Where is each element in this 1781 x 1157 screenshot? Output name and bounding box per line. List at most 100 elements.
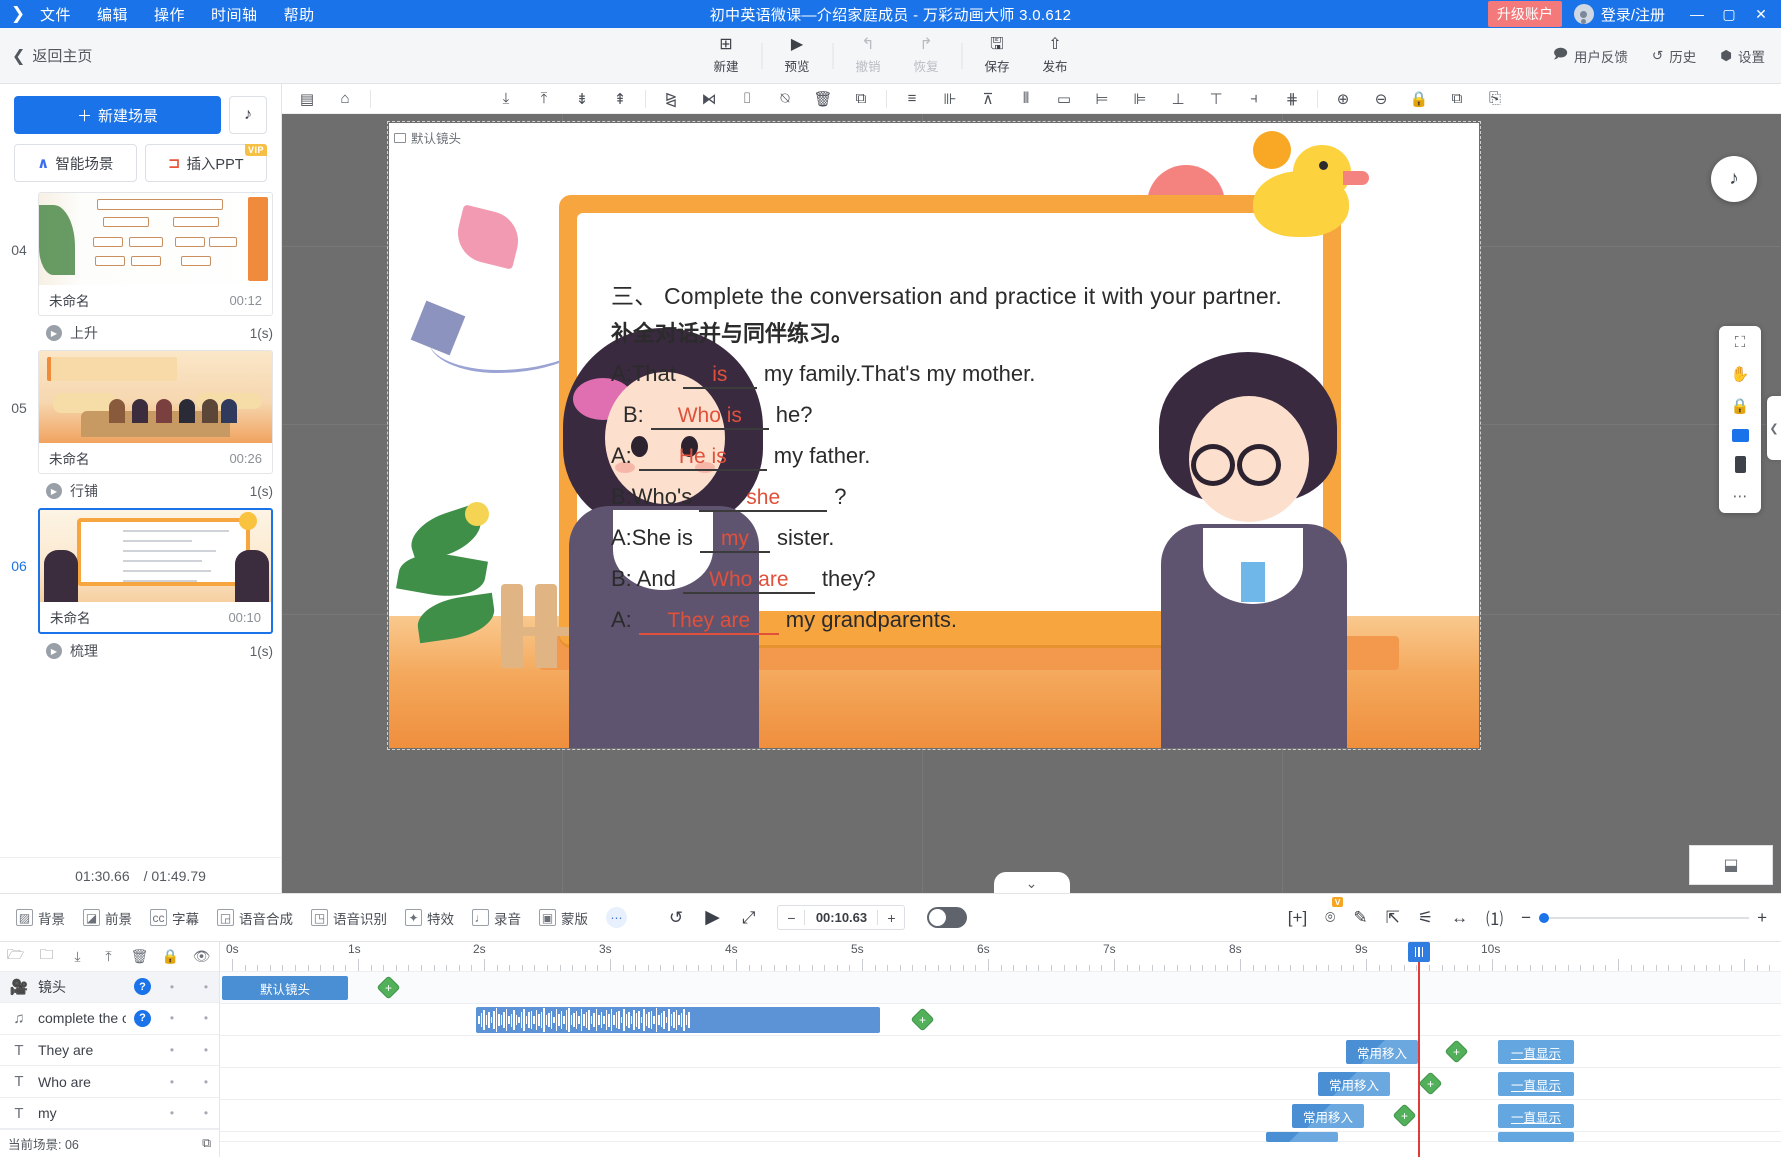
replay-icon[interactable]: ↺ <box>669 908 683 928</box>
lock-icon[interactable]: ⌷ <box>728 85 766 113</box>
track-row-text-1[interactable]: T They are • • <box>0 1035 219 1067</box>
foreground-button[interactable]: ◪ 前景 <box>83 908 132 928</box>
timeline-tracks-area[interactable]: 0s 1s 2s 3s 4s 5s 6s 7s 8s 9s 10s 默认镜头 +… <box>220 942 1781 1157</box>
distribute-icon[interactable]: ⊼ <box>969 85 1007 113</box>
expand-icon[interactable]: ⤢ <box>742 908 756 928</box>
track-row-text-3[interactable]: T my • • <box>0 1098 219 1130</box>
fit-icon[interactable]: [+] <box>1288 908 1307 928</box>
background-music-button[interactable]: ♪ <box>229 96 267 134</box>
new-folder-icon[interactable]: 🗀 <box>31 944 62 968</box>
align-top-icon[interactable]: ⤒ <box>525 85 563 113</box>
menu-edit[interactable]: 编辑 <box>97 4 128 25</box>
lock2-icon[interactable]: 🔒 <box>1400 85 1438 113</box>
track-option-2[interactable]: • <box>193 1011 219 1025</box>
edit-icon[interactable]: ✎ <box>1353 908 1367 928</box>
answer-blank[interactable]: Who are <box>682 568 815 594</box>
new-button[interactable]: ⊞ 新建 <box>697 36 755 75</box>
timeline-row-camera[interactable]: 默认镜头 <box>220 972 1781 1004</box>
import-folder-icon[interactable]: 🗁 <box>0 944 31 968</box>
undo-button[interactable]: ↰ 撤销 <box>839 36 897 75</box>
playhead-line[interactable] <box>1418 942 1420 1157</box>
keyframe-marker[interactable] <box>1418 1071 1443 1096</box>
keyframe-marker[interactable] <box>910 1007 935 1032</box>
maximize-button[interactable]: ▢ <box>1713 0 1745 28</box>
paste-icon[interactable]: ⎘ <box>1476 85 1514 113</box>
zoom-in-icon[interactable]: ⊕ <box>1324 85 1362 113</box>
indent-right-icon[interactable]: ⊫ <box>1121 85 1159 113</box>
always-show-clip[interactable]: 一直显示 <box>1498 1072 1574 1096</box>
camera-clip[interactable]: 默认镜头 <box>222 976 348 1000</box>
dialog-line[interactable]: B:Who's she ? <box>611 484 1311 512</box>
keyframe-marker[interactable] <box>1392 1103 1417 1128</box>
fit-screen-icon[interactable]: ⛶ <box>1735 334 1746 351</box>
timeline-row-partial[interactable] <box>220 1132 1781 1142</box>
play-icon[interactable]: ▶ <box>705 906 720 929</box>
zoom-in-icon[interactable]: + <box>1757 908 1767 928</box>
menu-timeline[interactable]: 时间轴 <box>211 4 258 25</box>
enter-effect-clip[interactable]: 常用移入 <box>1346 1040 1418 1064</box>
duplicate-icon[interactable]: ⧉ <box>202 1136 211 1151</box>
track-option-1[interactable]: • <box>159 1011 185 1025</box>
timeline-row-audio[interactable] <box>220 1004 1781 1036</box>
zoom-out-icon[interactable]: ⊖ <box>1362 85 1400 113</box>
align-center-icon[interactable]: ⊪ <box>931 85 969 113</box>
portrait-ratio-icon[interactable] <box>1734 456 1746 473</box>
preview-toggle[interactable] <box>927 907 968 928</box>
delete-icon[interactable]: 🗑 <box>804 85 842 113</box>
sliders-icon[interactable]: ⚟ <box>1418 908 1433 928</box>
scene-card[interactable]: 未命名 00:26 <box>38 350 273 474</box>
scene-card[interactable]: 未命名 00:10 <box>38 508 273 634</box>
unlock-icon[interactable]: ⍉ <box>766 85 804 113</box>
more-dots-icon[interactable]: ⋯ <box>1733 487 1748 505</box>
panel-collapse-handle[interactable]: ❮ <box>1767 396 1781 460</box>
track-option-2[interactable]: • <box>193 1043 219 1057</box>
align-bottom-icon[interactable]: ⤓ <box>487 85 525 113</box>
scene-name[interactable]: 未命名 <box>49 448 90 468</box>
expand-h-icon[interactable]: ↔ <box>1451 908 1468 928</box>
upgrade-account-button[interactable]: 升级账户 <box>1487 1 1562 27</box>
indent-left-icon[interactable]: ⊨ <box>1083 85 1121 113</box>
menu-file[interactable]: 文件 <box>40 4 71 25</box>
scene-transition[interactable]: ▶ 行铺 1(s) <box>0 474 281 508</box>
align-left-icon[interactable]: ≡ <box>893 85 931 113</box>
smart-scene-button[interactable]: ∧ 智能场景 <box>14 144 137 182</box>
mini-preview-button[interactable]: ⬓ <box>1689 845 1773 885</box>
track-option-1[interactable]: • <box>159 1043 185 1057</box>
dialog-line[interactable]: A:That is my family.That's my mother. <box>611 361 1311 389</box>
align-middle-icon[interactable]: ⊥ <box>1159 85 1197 113</box>
redo-button[interactable]: ↱ 恢复 <box>897 36 955 75</box>
answer-blank[interactable]: They are <box>638 609 779 635</box>
dialog-line[interactable]: A:She is my sister. <box>611 525 1311 553</box>
settings-button[interactable]: ⬢ 设置 <box>1720 46 1765 66</box>
track-option-2[interactable]: • <box>193 980 219 994</box>
lock-icon[interactable]: 🔒 <box>155 948 186 965</box>
home-icon[interactable]: ⌂ <box>326 85 364 113</box>
timeline-row-text-1[interactable]: 常用移入 一直显示 <box>220 1036 1781 1068</box>
always-show-clip[interactable]: 一直显示 <box>1498 1040 1574 1064</box>
slide-canvas[interactable]: 三、 Complete the conversation and practic… <box>389 123 1479 748</box>
insert-ppt-button[interactable]: ⊐ 插入PPT VIP <box>144 144 267 182</box>
new-scene-button[interactable]: ＋ 新建场景 <box>14 96 221 134</box>
scene-item[interactable]: 04 未命名 00:12 <box>0 192 281 316</box>
time-increase-button[interactable]: + <box>878 910 904 926</box>
scene-transition[interactable]: ▶ 梳理 1(s) <box>0 634 281 668</box>
track-option-1[interactable]: • <box>159 1106 185 1120</box>
zoom-track[interactable] <box>1539 912 1750 923</box>
more-dots-icon[interactable]: ⋯ <box>606 907 627 928</box>
mask-button[interactable]: ▣ 蒙版 <box>539 908 588 928</box>
filter-tree-icon[interactable]: ⇱ <box>1386 908 1400 928</box>
time-stepper[interactable]: − 00:10.63 + <box>777 905 906 930</box>
answer-blank[interactable]: Who is <box>650 404 769 430</box>
flip-vertical-icon[interactable]: ⧑ <box>690 85 728 113</box>
timeline-row-text-2[interactable]: 常用移入 一直显示 <box>220 1068 1781 1100</box>
crop-icon[interactable]: ▭ <box>1045 85 1083 113</box>
eye-icon[interactable]: 👁 <box>186 948 217 965</box>
dialog-line[interactable]: A: They are my grandparents. <box>611 607 1311 635</box>
move-up-icon[interactable]: ⤒ <box>93 948 124 965</box>
current-time-value[interactable]: 00:10.63 <box>804 910 879 925</box>
align-v-bottom-icon[interactable]: ⫞ <box>1235 85 1273 113</box>
track-row-camera[interactable]: 🎥 镜头 ? • • <box>0 971 219 1004</box>
close-button[interactable]: ✕ <box>1745 0 1777 28</box>
scene-transition[interactable]: ▶ 上升 1(s) <box>0 316 281 350</box>
number-one-icon[interactable]: ⑴ <box>1486 905 1503 930</box>
